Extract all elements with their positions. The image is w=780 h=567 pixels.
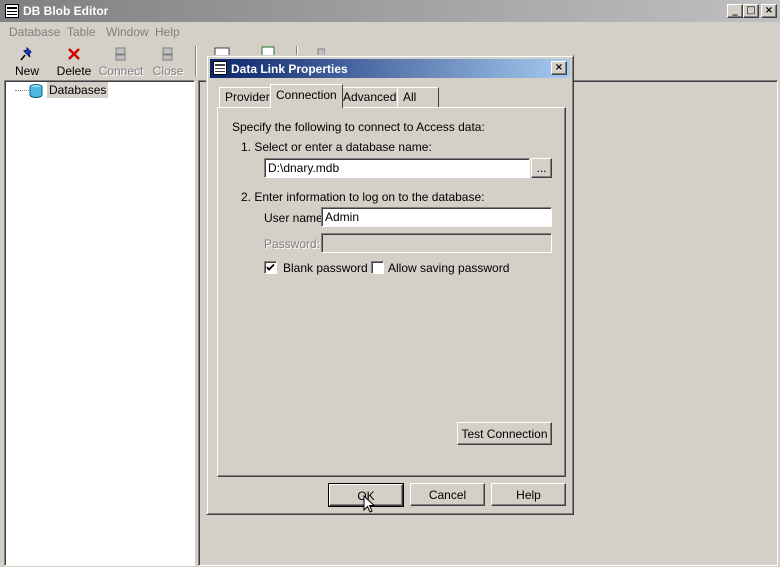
help-button[interactable]: Help — [491, 483, 566, 506]
tab-all[interactable]: All — [397, 87, 439, 107]
close-button[interactable]: × — [761, 4, 777, 18]
disconnect-icon — [162, 47, 173, 61]
app-titlebar[interactable]: DB Blob Editor _ □ × — [0, 0, 780, 22]
tab-advanced[interactable]: Advanced — [337, 87, 403, 107]
allow-saving-password-label: Allow saving password — [388, 261, 510, 275]
test-connection-button[interactable]: Test Connection — [457, 422, 552, 445]
step1-label: 1. Select or enter a database name: — [241, 140, 432, 154]
new-button[interactable]: New — [3, 46, 51, 80]
menu-window[interactable]: Window — [106, 25, 149, 39]
menu-database[interactable]: Database — [9, 25, 60, 39]
database-icon — [27, 83, 45, 103]
mouse-pointer-icon — [363, 495, 375, 513]
intro-text: Specify the following to connect to Acce… — [232, 120, 485, 134]
blank-password-label: Blank password — [283, 261, 368, 275]
dialog-titlebar[interactable]: Data Link Properties × — [210, 59, 570, 78]
connection-tab-panel: Specify the following to connect to Acce… — [217, 107, 566, 477]
toolbar-separator — [195, 46, 197, 76]
blank-password-checkbox[interactable] — [264, 261, 277, 274]
username-input[interactable] — [321, 207, 552, 227]
database-tree[interactable]: Databases — [4, 80, 195, 566]
menu-table[interactable]: Table — [67, 25, 96, 39]
delete-button[interactable]: Delete — [50, 46, 98, 80]
minimize-button[interactable]: _ — [727, 4, 743, 18]
connect-button[interactable]: Connect — [97, 46, 145, 80]
delete-x-icon — [68, 48, 80, 60]
dialog-close-button[interactable]: × — [551, 61, 567, 75]
step2-label: 2. Enter information to log on to the da… — [241, 190, 485, 204]
dialog-title: Data Link Properties — [231, 62, 348, 76]
pin-icon — [20, 46, 32, 61]
close-db-button[interactable]: Close — [144, 46, 192, 80]
data-link-properties-dialog: Data Link Properties × Provider Connecti… — [206, 55, 574, 515]
close-db-label: Close — [152, 64, 184, 78]
menu-help[interactable]: Help — [155, 25, 180, 39]
connect-label: Connect — [98, 64, 144, 78]
new-label: New — [14, 64, 39, 78]
maximize-button[interactable]: □ — [743, 4, 759, 18]
database-name-input[interactable] — [264, 158, 530, 178]
connect-icon — [115, 47, 126, 61]
data-link-icon — [213, 61, 227, 78]
username-label: User name: — [264, 211, 327, 225]
password-input[interactable] — [321, 233, 552, 253]
tree-item-databases[interactable]: Databases — [47, 82, 109, 98]
delete-label: Delete — [56, 64, 92, 78]
allow-saving-password-checkbox[interactable] — [371, 261, 384, 274]
tab-connection[interactable]: Connection — [270, 84, 343, 108]
checkmark-icon — [266, 263, 275, 271]
menu-bar: Database Table Window Help — [0, 22, 780, 42]
cancel-button[interactable]: Cancel — [410, 483, 485, 506]
tab-provider[interactable]: Provider — [219, 87, 276, 107]
password-label: Password: — [264, 237, 321, 251]
app-title: DB Blob Editor — [23, 4, 109, 18]
app-icon — [5, 4, 19, 21]
browse-button[interactable]: ... — [531, 158, 552, 178]
